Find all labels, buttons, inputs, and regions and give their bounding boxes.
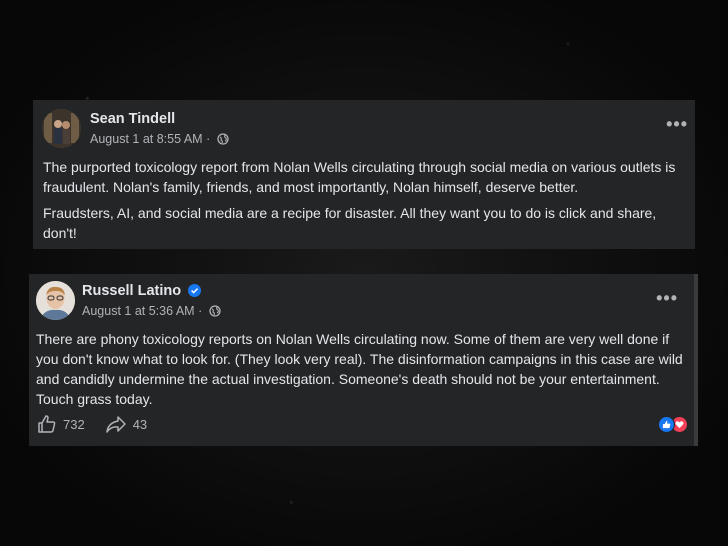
profile-photo-icon — [36, 281, 75, 320]
share-arrow-icon — [105, 416, 126, 433]
post-actions: 732 43 — [37, 414, 167, 434]
post-paragraph: The purported toxicology report from Nol… — [43, 159, 676, 195]
verified-badge-icon — [188, 284, 202, 301]
like-icon — [658, 416, 675, 433]
globe-icon[interactable] — [217, 133, 229, 148]
separator: · — [198, 304, 203, 318]
author-name[interactable]: Sean Tindell — [90, 111, 175, 127]
post-meta: August 1 at 8:55 AM · — [90, 132, 229, 148]
post-meta: August 1 at 5:36 AM · — [82, 304, 221, 320]
author-name-text[interactable]: Russell Latino — [82, 283, 181, 299]
timestamp[interactable]: August 1 at 5:36 AM — [82, 304, 195, 318]
post-card: Sean Tindell August 1 at 8:55 AM · ••• T… — [33, 100, 695, 249]
post-paragraph: Fraudsters, AI, and social media are a r… — [43, 205, 657, 241]
timestamp[interactable]: August 1 at 8:55 AM — [90, 132, 203, 146]
author-name[interactable]: Russell Latino — [82, 283, 202, 301]
like-button[interactable]: 732 — [37, 414, 85, 434]
separator: · — [206, 132, 211, 146]
profile-photo-icon — [42, 109, 81, 148]
post-text: The purported toxicology report from Nol… — [43, 157, 688, 249]
thumbs-up-icon — [38, 415, 56, 433]
avatar[interactable] — [42, 109, 81, 148]
post-card: Russell Latino August 1 at 5:36 AM · •••… — [29, 274, 698, 446]
share-button[interactable]: 43 — [105, 414, 147, 434]
share-count: 43 — [132, 416, 148, 432]
more-options-button[interactable]: ••• — [666, 114, 688, 135]
globe-icon[interactable] — [209, 305, 221, 320]
reaction-summary[interactable] — [658, 416, 688, 433]
avatar[interactable] — [36, 281, 75, 320]
post-text: There are phony toxicology reports on No… — [36, 331, 683, 407]
like-count: 732 — [63, 416, 85, 432]
more-options-button[interactable]: ••• — [656, 288, 678, 309]
